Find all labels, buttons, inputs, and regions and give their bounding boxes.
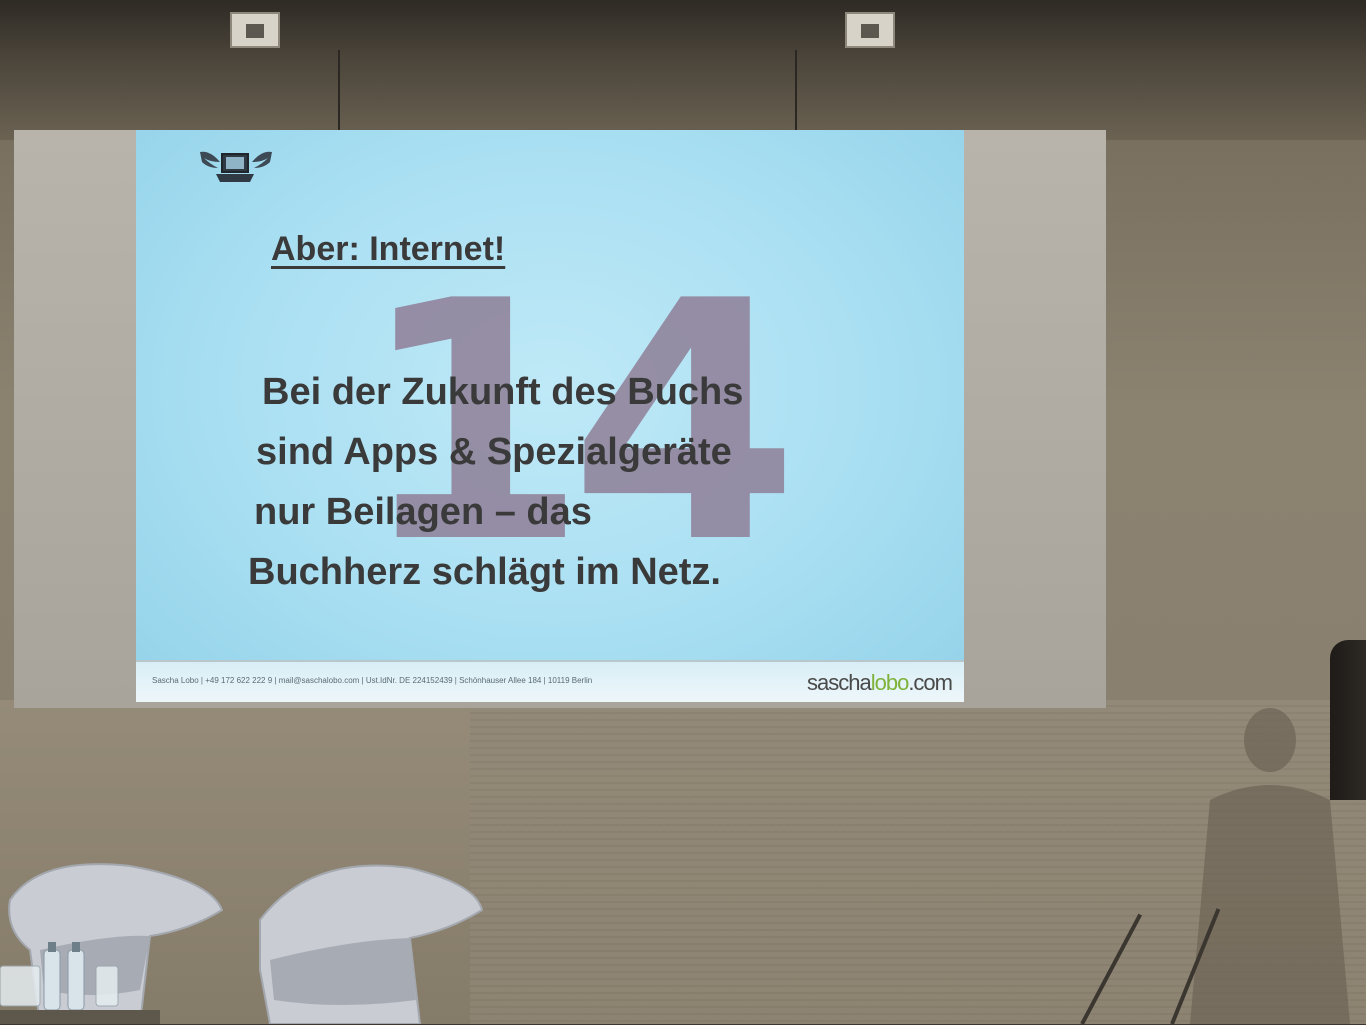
screen-cable-right [795,50,797,130]
ceiling-lamp-left [230,12,280,48]
screen-cable-left [338,50,340,130]
presentation-slide: 14 Aber: Internet! Bei der Zukunft des B… [136,130,964,702]
footer-contact-text: Sascha Lobo | +49 172 622 222 9 | mail@s… [152,676,593,685]
speaker-partial [1330,640,1366,800]
brand-accent: lobo [870,670,910,695]
ceiling-wall [0,0,1366,140]
slide-body-line: Buchherz schlägt im Netz. [248,551,721,593]
water-bottles [0,942,160,1024]
slide-footer: Sascha Lobo | +49 172 622 222 9 | mail@s… [136,660,964,702]
slide-body-line: nur Beilagen – das [254,491,592,533]
winged-laptop-icon [200,151,272,182]
brand-main: sascha [807,670,872,695]
slide-body: Bei der Zukunft des Buchs sind Apps & Sp… [248,362,908,602]
brand-tld: .com [908,670,953,695]
slide-body-line: Bei der Zukunft des Buchs [262,371,744,413]
slide-heading: Aber: Internet! [271,230,506,268]
ceiling-lamp-right [845,12,895,48]
armchair-right [259,864,484,1024]
slide-body-line: sind Apps & Spezialgeräte [256,431,732,473]
footer-brand-logo: saschalobo.com [807,670,953,696]
